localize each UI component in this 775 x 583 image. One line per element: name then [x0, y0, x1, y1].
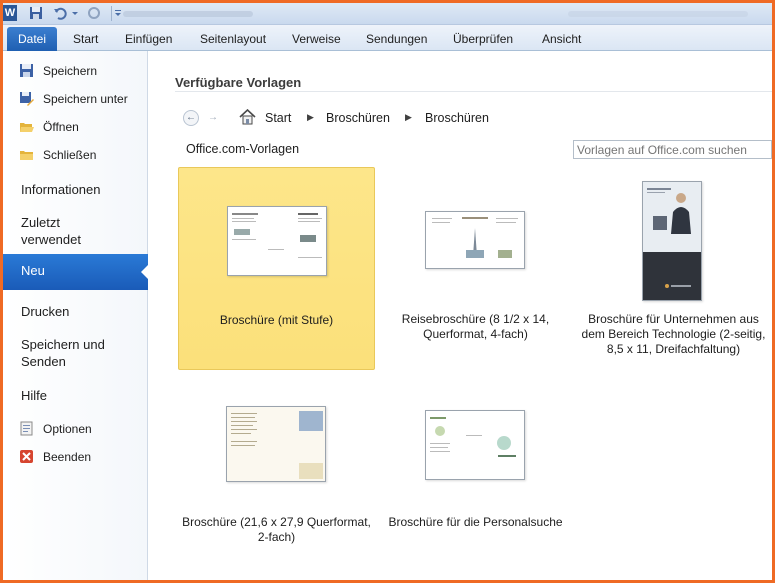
tab-file[interactable]: Datei [7, 27, 57, 51]
close-folder-icon [20, 151, 33, 160]
template-label: Broschüre für die Personalsuche [388, 515, 563, 529]
nav-new-label: Neu [21, 263, 45, 278]
section-divider [175, 91, 772, 92]
nav-save-send-label-1: Speichern und [21, 337, 105, 352]
options-icon [20, 421, 33, 436]
save-icon[interactable] [29, 6, 43, 20]
forward-button[interactable]: → [205, 110, 221, 126]
travel-preview-icon [432, 217, 518, 258]
back-button[interactable]: ← [183, 110, 199, 126]
backstage-nav: Speichern Speichern unter Öffnen Schließ… [3, 51, 149, 580]
technology-preview-icon [643, 182, 701, 300]
crumb-separator-icon: ▶ [307, 112, 314, 122]
available-templates-panel: Verfügbare Vorlagen ← → Start ▶ Broschür… [149, 51, 772, 580]
template-label: Broschüre (mit Stufe) [219, 313, 334, 327]
undo-icon[interactable] [53, 6, 67, 20]
tab-start[interactable]: Start [73, 27, 98, 51]
tab-mailings[interactable]: Sendungen [366, 27, 427, 51]
landscape-preview-icon [227, 407, 325, 481]
tab-page-layout[interactable]: Seitenlayout [200, 27, 266, 51]
template-tile-technology-brochure[interactable]: Broschüre für Unternehmen aus dem Bereic… [575, 167, 772, 370]
nav-open-label: Öffnen [43, 120, 79, 134]
backstage-view: Speichern Speichern unter Öffnen Schließ… [3, 51, 772, 580]
nav-info[interactable]: Informationen [21, 181, 101, 198]
template-tile-travel-brochure[interactable]: Reisebroschüre (8 1/2 x 14, Querformat, … [377, 167, 574, 370]
template-search-input[interactable] [573, 140, 772, 159]
template-label-line-2: 2-fach) [257, 530, 296, 544]
open-folder-icon [20, 123, 34, 132]
nav-save-label: Speichern [43, 64, 98, 78]
section-title: Verfügbare Vorlagen [175, 75, 302, 90]
save-as-icon [20, 92, 34, 106]
tab-insert[interactable]: Einfügen [125, 27, 172, 51]
tab-references[interactable]: Verweise [292, 27, 341, 51]
exit-icon [20, 450, 33, 463]
template-label-line-3: 8,5 x 11, Dreifachfaltung) [606, 342, 741, 356]
ribbon-tab-bar: Datei Start Einfügen Seitenlayout Verwei… [3, 25, 772, 51]
template-thumbnail [642, 181, 702, 301]
recruiting-preview-icon [430, 417, 516, 457]
redo-icon[interactable] [87, 6, 101, 20]
template-label-line-1: Broschüre (21,6 x 27,9 Querformat, [182, 515, 371, 529]
nav-save-and-send[interactable]: Speichern und Senden [21, 336, 105, 370]
template-thumbnail [227, 206, 327, 276]
nav-recent-label-2: verwendet [21, 232, 81, 247]
nav-close-label: Schließen [43, 148, 97, 162]
template-thumbnail [226, 406, 326, 482]
template-label-line-1: Broschüre für Unternehmen aus [588, 312, 759, 326]
template-label-line-2: Querformat, 4-fach) [423, 327, 528, 341]
word-app-icon[interactable]: W [3, 5, 17, 21]
undo-dropdown-icon[interactable] [71, 6, 79, 20]
tab-view[interactable]: Ansicht [542, 27, 581, 51]
office-com-templates-heading: Office.com-Vorlagen [186, 142, 300, 156]
title-bar: W [3, 3, 772, 25]
crumb-separator-icon: ▶ [405, 112, 412, 122]
save-icon [20, 64, 33, 77]
nav-new[interactable]: Neu [3, 254, 149, 290]
nav-exit-label: Beenden [43, 450, 92, 464]
nav-options-label: Optionen [43, 422, 92, 436]
tab-review[interactable]: Überprüfen [453, 27, 513, 51]
nav-recent-label-1: Zuletzt [21, 215, 61, 230]
window-controls-blurred [568, 11, 748, 17]
template-label-line-1: Reisebroschüre (8 1/2 x 14, [401, 312, 550, 326]
nav-print[interactable]: Drucken [21, 303, 69, 320]
nav-recent[interactable]: Zuletzt verwendet [21, 214, 81, 248]
home-icon[interactable] [239, 109, 256, 125]
template-tile-landscape-brochure[interactable]: Broschüre (21,6 x 27,9 Querformat, 2-fac… [178, 386, 375, 556]
template-tile-recruiting-brochure[interactable]: Broschüre für die Personalsuche [377, 386, 574, 556]
application-window: W Datei Start Einfügen Seitenlayout Verw… [3, 3, 772, 580]
nav-selected-pointer [141, 264, 149, 280]
template-label-line-2: dem Bereich Technologie (2-seitig, [581, 327, 766, 341]
customize-qat-icon[interactable] [114, 6, 122, 20]
template-thumbnail [425, 211, 525, 269]
breadcrumb: ← → Start ▶ Broschüren ▶ Broschüren [183, 107, 743, 129]
nav-save-as-label: Speichern unter [43, 92, 128, 106]
crumb-brochures-2[interactable]: Broschüren [425, 111, 489, 125]
nav-save-send-label-2: Senden [21, 354, 66, 369]
crumb-brochures-1[interactable]: Broschüren [326, 111, 390, 125]
template-tile-stepped-brochure[interactable]: Broschüre (mit Stufe) [178, 167, 375, 370]
qat-separator [111, 6, 112, 21]
window-title-blurred [123, 11, 253, 17]
template-thumbnail [425, 410, 525, 480]
nav-help[interactable]: Hilfe [21, 387, 47, 404]
brochure-preview-icon [232, 213, 322, 258]
crumb-start[interactable]: Start [265, 111, 291, 125]
